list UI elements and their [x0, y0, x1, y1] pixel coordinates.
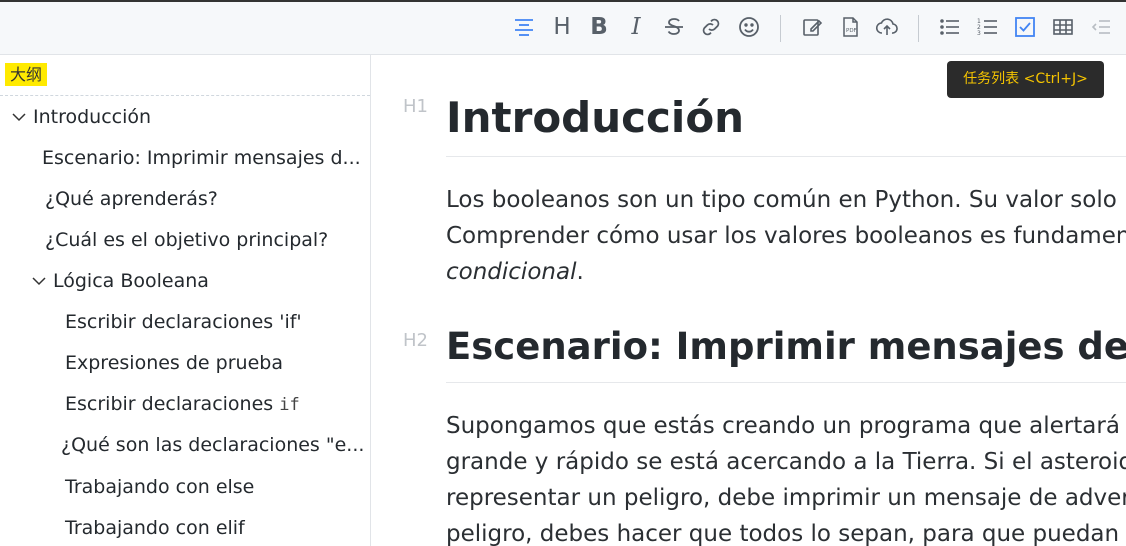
paragraph-line: Supongamos que estás creando un programa… [446, 413, 1126, 439]
table-icon[interactable] [1050, 14, 1076, 40]
toc-item-trabajando-elif[interactable]: Trabajando con elif [65, 515, 245, 541]
toc-item-declaraciones-if[interactable]: Escribir declaraciones 'if' [65, 309, 302, 335]
emoji-icon[interactable] [736, 14, 762, 40]
toc-item-trabajando-else[interactable]: Trabajando con else [65, 474, 254, 500]
toc-item-label: Lógica Booleana [53, 270, 209, 292]
toolbar-separator [918, 15, 919, 42]
italic-icon[interactable]: I [623, 14, 649, 40]
emphasis-condicional: condicional [446, 259, 577, 285]
editor-content[interactable]: H1 Introducción Los booleanos son un tip… [372, 55, 1126, 546]
paragraph-line: representar un peligro, debe imprimir un… [446, 485, 1126, 511]
align-center-icon[interactable] [511, 14, 537, 40]
toc-item-label: Trabajando con elif [65, 517, 245, 539]
toolbar-separator [780, 15, 781, 42]
outdent-icon[interactable] [1088, 14, 1114, 40]
toc-item-label: ¿Qué aprenderás? [45, 188, 218, 210]
toc-item-label: ¿Cuál es el objetivo principal? [45, 229, 329, 251]
toc-item-declaraciones-else[interactable]: ¿Qué son las declaraciones "e... [61, 432, 364, 458]
task-list-icon[interactable] [1012, 14, 1038, 40]
svg-text:PDF: PDF [846, 28, 857, 34]
h1-marker: H1 [403, 96, 428, 117]
toc-item-label: Introducción [33, 106, 152, 128]
toc-item-label: Escribir declaraciones [65, 393, 280, 415]
toc-item-escenario[interactable]: Escenario: Imprimir mensajes d... [42, 145, 361, 171]
h2-marker: H2 [403, 330, 428, 351]
heading-icon[interactable]: H [549, 14, 575, 40]
toc-item-label: Expresiones de prueba [65, 352, 283, 374]
toc-item-code: if [279, 395, 300, 415]
toc-item-label: ¿Qué son las declaraciones "e... [61, 434, 365, 456]
chevron-down-icon[interactable] [11, 109, 27, 125]
ordered-list-icon[interactable]: 123 [975, 14, 1001, 40]
toc-item-objetivo-principal[interactable]: ¿Cuál es el objetivo principal? [45, 227, 328, 253]
heading-underline [446, 382, 1126, 383]
heading-introduccion[interactable]: Introducción [446, 93, 744, 142]
toc-item-escribir-declaraciones-if-code[interactable]: Escribir declaraciones if [65, 391, 300, 417]
cloud-upload-icon[interactable] [874, 14, 900, 40]
outline-divider [0, 95, 370, 96]
paragraph-line: peligro, debes hacer que todos lo sepan,… [446, 521, 1126, 546]
edit-icon[interactable] [799, 14, 825, 40]
svg-text:3: 3 [977, 30, 981, 37]
toc-item-label: Escenario: Imprimir mensajes d... [42, 147, 361, 169]
pdf-icon[interactable]: PDF [837, 14, 863, 40]
paragraph-line: Comprender cómo usar los valores boolean… [446, 223, 1126, 249]
toc-item-introduccion[interactable]: Introducción [11, 104, 151, 130]
toc-item-label: Escribir declaraciones 'if' [65, 311, 302, 333]
chevron-down-icon[interactable] [31, 273, 47, 289]
paragraph-line: grande y rápido se está acercando a la T… [446, 449, 1126, 475]
strikethrough-icon[interactable] [661, 14, 687, 40]
toc-item-expresiones-prueba[interactable]: Expresiones de prueba [65, 350, 283, 376]
link-icon[interactable] [698, 14, 724, 40]
editor-toolbar: H B I PDF 123 [0, 2, 1126, 55]
paragraph-line: condicional. [446, 259, 584, 285]
paragraph-escenario[interactable]: Supongamos que estás creando un programa… [446, 408, 1126, 546]
bullet-list-icon[interactable] [937, 14, 963, 40]
toc-item-label: Trabajando con else [65, 476, 255, 498]
bold-icon[interactable]: B [586, 14, 612, 40]
paragraph-line: Los booleanos son un tipo común en Pytho… [446, 187, 1117, 213]
paragraph-intro[interactable]: Los booleanos son un tipo común en Pytho… [446, 182, 1126, 290]
outline-sidebar: 大纲 Introducción Escenario: Imprimir mens… [0, 55, 371, 546]
toc-item-que-aprenderas[interactable]: ¿Qué aprenderás? [45, 186, 218, 212]
heading-underline [446, 156, 1126, 157]
heading-escenario[interactable]: Escenario: Imprimir mensajes de adv [446, 325, 1126, 368]
outline-title: 大纲 [5, 63, 48, 86]
toc-item-logica-booleana[interactable]: Lógica Booleana [31, 268, 209, 294]
